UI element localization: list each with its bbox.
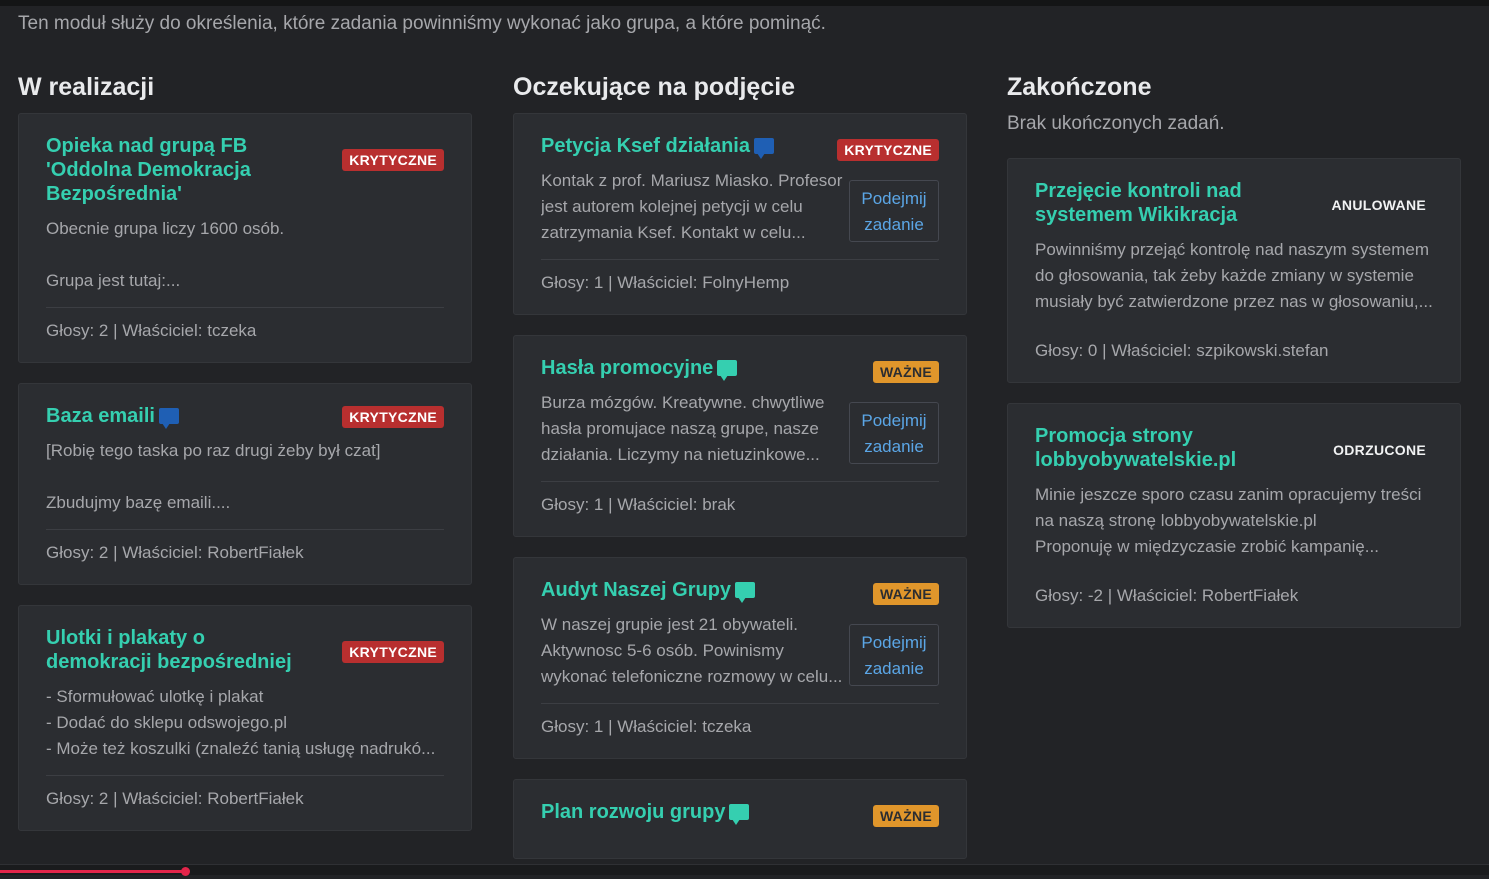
chat-icon bbox=[158, 408, 179, 429]
task-meta: Głosy: 2 | Właściciel: tczeka bbox=[46, 307, 444, 362]
description-line: zatrzymania Ksef. Kontakt w celu... bbox=[541, 223, 806, 242]
description-line: Grupa jest tutaj:... bbox=[46, 271, 181, 290]
task-description: [Robię tego taska po raz drugi żeby był … bbox=[46, 438, 444, 516]
description-line: Powinniśmy przejąć kontrolę nad naszym s… bbox=[1035, 240, 1429, 259]
task-card: Baza emaili KRYTYCZNE [Robię tego taska … bbox=[18, 383, 472, 585]
column-in-progress: W realizacji Opieka nad grupą FB 'Oddoln… bbox=[18, 72, 472, 851]
task-card: Ulotki i plakaty o demokracji bezpośredn… bbox=[18, 605, 472, 831]
column-title: Oczekujące na podjęcie bbox=[513, 73, 796, 101]
column-completed: Zakończone Brak ukończonych zadań. Przej… bbox=[1007, 72, 1461, 648]
description-line: Minie jeszcze sporo czasu zanim opracuje… bbox=[1035, 485, 1422, 504]
priority-badge: KRYTYCZNE bbox=[837, 139, 939, 161]
column-title: Zakończone bbox=[1007, 73, 1152, 101]
chat-icon bbox=[729, 804, 750, 825]
module-description: Ten moduł służy do określenia, które zad… bbox=[18, 13, 826, 34]
take-task-button[interactable]: Podejmij zadanie bbox=[849, 402, 939, 464]
priority-badge: WAŻNE bbox=[872, 583, 939, 605]
chat-icon bbox=[717, 360, 738, 381]
description-line: Proponuję w międzyczasie zrobić kampanię… bbox=[1035, 537, 1379, 556]
priority-badge: KRYTYCZNE bbox=[342, 406, 444, 428]
description-line: Aktywnosc 5-6 osób. Powinismy bbox=[541, 641, 784, 660]
task-title-link[interactable]: Hasła promocyjne bbox=[541, 357, 713, 379]
task-meta: Głosy: 1 | Właściciel: tczeka bbox=[541, 703, 939, 758]
take-task-button[interactable]: Podejmij zadanie bbox=[849, 624, 939, 686]
priority-badge: KRYTYCZNE bbox=[342, 641, 444, 663]
task-card: Opieka nad grupą FB 'Oddolna Demokracja … bbox=[18, 113, 472, 363]
task-description: Powinniśmy przejąć kontrolę nad naszym s… bbox=[1035, 237, 1433, 315]
description-line: - Dodać do sklepu odswojego.pl bbox=[46, 713, 287, 732]
description-line: [Robię tego taska po raz drugi żeby był … bbox=[46, 441, 381, 460]
description-line: działania. Liczymy na nietuzinkowe... bbox=[541, 445, 820, 464]
empty-state-text: Brak ukończonych zadań. bbox=[1007, 113, 1225, 134]
priority-badge: WAŻNE bbox=[872, 361, 939, 383]
status-badge: ODRZUCONE bbox=[1333, 442, 1426, 458]
task-card: Petycja Ksef działania KRYTYCZNE Kontak … bbox=[513, 113, 967, 315]
task-title-link[interactable]: Plan rozwoju grupy bbox=[541, 801, 725, 823]
column-title: W realizacji bbox=[18, 73, 155, 101]
take-task-button[interactable]: Podejmij zadanie bbox=[849, 180, 939, 242]
task-title-link[interactable]: Ulotki i plakaty o demokracji bezpośredn… bbox=[46, 627, 292, 673]
description-line: W naszej grupie jest 21 obywateli. bbox=[541, 615, 799, 634]
priority-badge: WAŻNE bbox=[872, 805, 939, 827]
video-progress-bar[interactable] bbox=[0, 864, 1489, 876]
description-line: Zbudujmy bazę emaili.... bbox=[46, 493, 231, 512]
description-line: Burza mózgów. Kreatywne. chwytliwe bbox=[541, 393, 825, 412]
task-meta: Głosy: 2 | Właściciel: RobertFiałek bbox=[46, 529, 444, 584]
status-badge: ANULOWANE bbox=[1331, 197, 1426, 213]
task-title-link[interactable]: Audyt Naszej Grupy bbox=[541, 579, 731, 601]
task-meta: Głosy: 0 | Właściciel: szpikowski.stefan bbox=[1035, 341, 1329, 360]
description-line: - Może też koszulki (znaleźć tanią usług… bbox=[46, 739, 436, 758]
task-meta: Głosy: 2 | Właściciel: RobertFiałek bbox=[46, 775, 444, 830]
task-meta: Głosy: 1 | Właściciel: brak bbox=[541, 481, 939, 536]
chat-icon bbox=[735, 582, 756, 603]
description-line: musiały być zatwierdzone przez nas w gło… bbox=[1035, 292, 1433, 311]
priority-badge: KRYTYCZNE bbox=[342, 149, 444, 171]
description-line: do głosowania, tak żeby każde zmiany w s… bbox=[1035, 266, 1414, 285]
task-description: Minie jeszcze sporo czasu zanim opracuje… bbox=[1035, 482, 1433, 560]
progress-fill bbox=[0, 870, 187, 873]
task-meta: Głosy: -2 | Właściciel: RobertFiałek bbox=[1035, 586, 1299, 605]
task-card: Hasła promocyjne WAŻNE Burza mózgów. Kre… bbox=[513, 335, 967, 537]
task-title-link[interactable]: Petycja Ksef działania bbox=[541, 135, 750, 157]
description-line: - Sformułować ulotkę i plakat bbox=[46, 687, 264, 706]
task-title-link[interactable]: Opieka nad grupą FB 'Oddolna Demokracja … bbox=[46, 135, 251, 205]
task-title-link[interactable]: Przejęcie kontroli nad systemem Wikikrac… bbox=[1035, 180, 1242, 226]
top-strip bbox=[0, 0, 1489, 6]
task-card: Promocja strony lobbyobywatelskie.pl ODR… bbox=[1007, 403, 1461, 628]
task-title-link[interactable]: Baza emaili bbox=[46, 405, 155, 427]
description-line: jest autorem kolejnej petycji w celu bbox=[541, 197, 803, 216]
task-card: Audyt Naszej Grupy WAŻNE W naszej grupie… bbox=[513, 557, 967, 759]
description-line: wykonać telefoniczne rozmowy w celu... bbox=[541, 667, 843, 686]
description-line: Kontak z prof. Mariusz Miasko. Profesor bbox=[541, 171, 843, 190]
description-line: hasła promujace naszą grupe, nasze bbox=[541, 419, 819, 438]
task-card: Przejęcie kontroli nad systemem Wikikrac… bbox=[1007, 158, 1461, 383]
task-description: - Sformułować ulotkę i plakat - Dodać do… bbox=[46, 684, 444, 762]
task-title-link[interactable]: Promocja strony lobbyobywatelskie.pl bbox=[1035, 425, 1236, 471]
description-line: Obecnie grupa liczy 1600 osób. bbox=[46, 219, 285, 238]
chat-icon bbox=[753, 138, 774, 159]
task-card: Plan rozwoju grupy WAŻNE bbox=[513, 779, 967, 859]
description-line: na naszą stronę lobbyobywatelskie.pl bbox=[1035, 511, 1317, 530]
column-pending: Oczekujące na podjęcie Petycja Ksef dzia… bbox=[513, 72, 967, 879]
task-meta: Głosy: 1 | Właściciel: FolnyHemp bbox=[541, 259, 939, 314]
task-description: Obecnie grupa liczy 1600 osób. Grupa jes… bbox=[46, 216, 444, 294]
